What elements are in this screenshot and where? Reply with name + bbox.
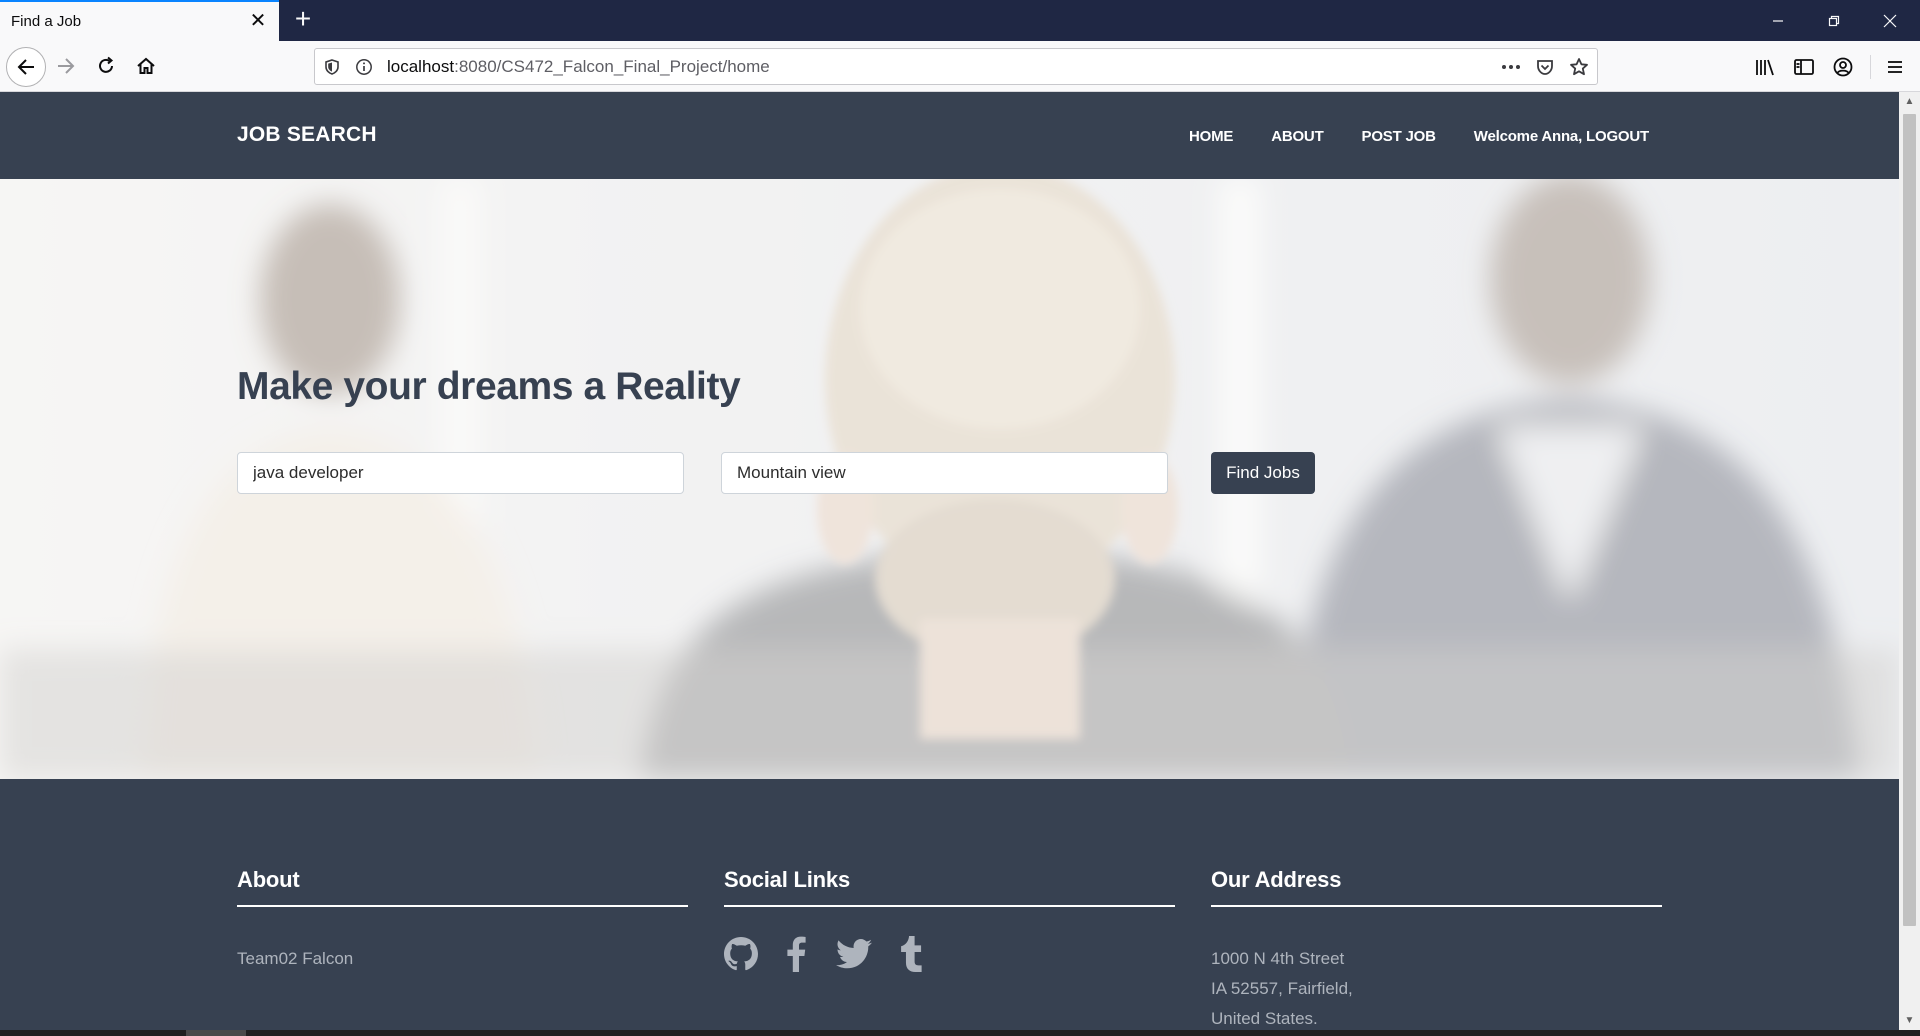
location-search-input[interactable] bbox=[721, 452, 1168, 494]
taskbar-strip bbox=[0, 1030, 1920, 1036]
url-text[interactable]: localhost:8080/CS472_Falcon_Final_Projec… bbox=[387, 57, 770, 77]
arrow-left-icon bbox=[17, 59, 34, 75]
close-icon bbox=[1883, 14, 1897, 27]
toolbar-separator bbox=[1870, 55, 1871, 79]
brand-logo[interactable]: JOB SEARCH bbox=[237, 123, 377, 147]
arrow-right-icon bbox=[58, 58, 75, 74]
twitter-icon[interactable] bbox=[836, 939, 872, 974]
home-icon bbox=[137, 57, 155, 74]
find-jobs-button[interactable]: Find Jobs bbox=[1211, 452, 1315, 494]
new-tab-button[interactable]: + bbox=[288, 5, 318, 35]
page-actions-button[interactable] bbox=[1499, 55, 1523, 79]
account-icon bbox=[1833, 57, 1853, 77]
forward-button[interactable] bbox=[49, 49, 83, 83]
address-bar[interactable]: localhost:8080/CS472_Falcon_Final_Projec… bbox=[314, 48, 1598, 85]
library-button[interactable] bbox=[1752, 54, 1778, 80]
keyword-search-input[interactable] bbox=[237, 452, 684, 494]
browser-tab-bar: Find a Job ✕ + bbox=[0, 0, 1920, 41]
library-icon bbox=[1756, 59, 1774, 76]
close-window-button[interactable] bbox=[1862, 0, 1918, 41]
nav-welcome-logout[interactable]: Welcome Anna, LOGOUT bbox=[1474, 128, 1649, 145]
nav-about[interactable]: ABOUT bbox=[1271, 128, 1324, 145]
shield-icon[interactable] bbox=[323, 58, 341, 76]
sidebar-button[interactable] bbox=[1791, 54, 1817, 80]
tab-title: Find a Job bbox=[11, 13, 82, 30]
home-button[interactable] bbox=[129, 49, 163, 83]
footer-about: About Team02 Falcon bbox=[237, 867, 688, 974]
footer-address: Our Address 1000 N 4th Street IA 52557, … bbox=[1211, 867, 1662, 1030]
star-icon bbox=[1570, 58, 1588, 76]
back-button[interactable] bbox=[6, 47, 46, 87]
tab-close-icon[interactable]: ✕ bbox=[247, 10, 269, 32]
reload-icon bbox=[99, 56, 114, 73]
address-line: IA 52557, Fairfield, bbox=[1211, 979, 1353, 998]
info-icon[interactable] bbox=[355, 58, 373, 76]
restore-icon bbox=[1828, 15, 1840, 26]
account-button[interactable] bbox=[1830, 54, 1856, 80]
site-footer: About Team02 Falcon Social Links Our Add… bbox=[0, 779, 1899, 1030]
footer-about-text: Team02 Falcon bbox=[237, 949, 354, 968]
footer-social-title: Social Links bbox=[724, 867, 1175, 907]
hero-section: Make your dreams a Reality Find Jobs bbox=[0, 179, 1899, 779]
address-block: 1000 N 4th Street IA 52557, Fairfield, U… bbox=[1211, 944, 1662, 1030]
more-dots-icon bbox=[1502, 65, 1520, 69]
address-line: 1000 N 4th Street bbox=[1211, 949, 1345, 968]
menu-button[interactable] bbox=[1882, 54, 1908, 80]
minimize-icon bbox=[1773, 19, 1783, 22]
page-viewport: JOB SEARCH HOME ABOUT POST JOB Welcome A… bbox=[0, 92, 1899, 1030]
footer-social: Social Links bbox=[724, 867, 1175, 977]
sidebar-icon bbox=[1794, 59, 1814, 75]
reload-button[interactable] bbox=[89, 49, 123, 83]
main-nav: HOME ABOUT POST JOB Welcome Anna, LOGOUT bbox=[1189, 128, 1649, 145]
pocket-button[interactable] bbox=[1533, 55, 1557, 79]
footer-address-title: Our Address bbox=[1211, 867, 1662, 907]
site-header: JOB SEARCH HOME ABOUT POST JOB Welcome A… bbox=[0, 92, 1899, 179]
scroll-down-arrow-icon[interactable]: ▼ bbox=[1904, 1015, 1915, 1026]
address-line: United States. bbox=[1211, 1009, 1318, 1028]
minimize-button[interactable] bbox=[1750, 0, 1806, 41]
facebook-icon[interactable] bbox=[786, 936, 806, 977]
nav-post-job[interactable]: POST JOB bbox=[1362, 128, 1436, 145]
pocket-icon bbox=[1537, 60, 1553, 75]
page-scrollbar[interactable]: ▲ ▼ bbox=[1899, 92, 1920, 1030]
tumblr-icon[interactable] bbox=[900, 936, 922, 977]
hamburger-icon bbox=[1888, 61, 1902, 73]
scroll-up-arrow-icon[interactable]: ▲ bbox=[1904, 96, 1915, 107]
social-links bbox=[724, 936, 1175, 977]
footer-about-title: About bbox=[237, 867, 688, 907]
hero-title: Make your dreams a Reality bbox=[237, 365, 741, 408]
browser-navigation-bar: localhost:8080/CS472_Falcon_Final_Projec… bbox=[0, 41, 1920, 92]
scroll-thumb[interactable] bbox=[1903, 114, 1916, 926]
taskbar-item[interactable] bbox=[186, 1030, 246, 1036]
nav-home[interactable]: HOME bbox=[1189, 128, 1233, 145]
url-host: localhost bbox=[387, 57, 455, 76]
restore-button[interactable] bbox=[1806, 0, 1862, 41]
browser-tab-active[interactable]: Find a Job ✕ bbox=[0, 0, 279, 41]
url-path: :8080/CS472_Falcon_Final_Project/home bbox=[454, 57, 770, 76]
github-icon[interactable] bbox=[724, 937, 758, 976]
bookmark-button[interactable] bbox=[1567, 55, 1591, 79]
